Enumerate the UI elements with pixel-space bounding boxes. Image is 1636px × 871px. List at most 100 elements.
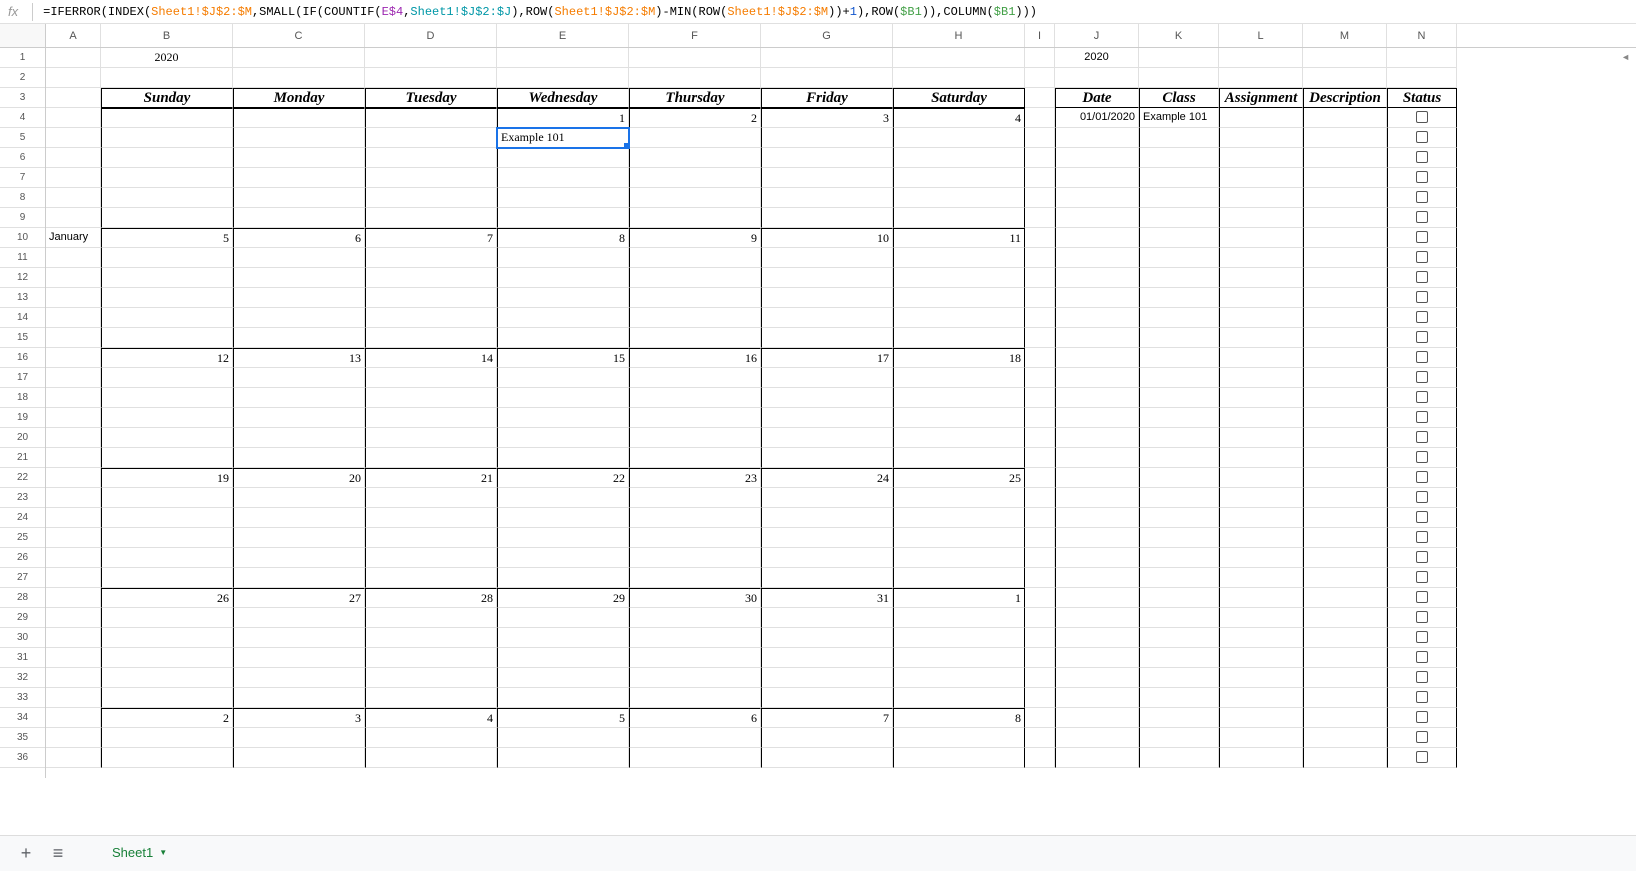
status-checkbox[interactable] <box>1416 311 1428 323</box>
cell-E13[interactable] <box>497 288 629 308</box>
cell-A29[interactable] <box>46 608 101 628</box>
cell-N19[interactable] <box>1387 408 1457 428</box>
cell-B22[interactable]: 19 <box>101 468 233 488</box>
row-header-7[interactable]: 7 <box>0 168 45 188</box>
cell-L7[interactable] <box>1219 168 1303 188</box>
cell-H30[interactable] <box>893 628 1025 648</box>
cell-B28[interactable]: 26 <box>101 588 233 608</box>
cell-D34[interactable]: 4 <box>365 708 497 728</box>
cell-I8[interactable] <box>1025 188 1055 208</box>
cell-K20[interactable] <box>1139 428 1219 448</box>
cell-G16[interactable]: 17 <box>761 348 893 368</box>
cell-M29[interactable] <box>1303 608 1387 628</box>
cell-L9[interactable] <box>1219 208 1303 228</box>
cell-M3[interactable]: Description <box>1303 88 1387 108</box>
cell-C2[interactable] <box>233 68 365 88</box>
cell-L13[interactable] <box>1219 288 1303 308</box>
cell-J18[interactable] <box>1055 388 1139 408</box>
cell-M11[interactable] <box>1303 248 1387 268</box>
cell-G24[interactable] <box>761 508 893 528</box>
cell-A16[interactable] <box>46 348 101 368</box>
cell-L23[interactable] <box>1219 488 1303 508</box>
cell-L27[interactable] <box>1219 568 1303 588</box>
cell-N26[interactable] <box>1387 548 1457 568</box>
cell-B30[interactable] <box>101 628 233 648</box>
cell-N1[interactable] <box>1387 48 1457 68</box>
cell-M22[interactable] <box>1303 468 1387 488</box>
cell-E20[interactable] <box>497 428 629 448</box>
cell-I30[interactable] <box>1025 628 1055 648</box>
cell-L20[interactable] <box>1219 428 1303 448</box>
cell-K13[interactable] <box>1139 288 1219 308</box>
cell-G26[interactable] <box>761 548 893 568</box>
cell-I22[interactable] <box>1025 468 1055 488</box>
cell-E36[interactable] <box>497 748 629 768</box>
cell-I4[interactable] <box>1025 108 1055 128</box>
cell-H6[interactable] <box>893 148 1025 168</box>
cell-M7[interactable] <box>1303 168 1387 188</box>
status-checkbox[interactable] <box>1416 631 1428 643</box>
cell-H35[interactable] <box>893 728 1025 748</box>
cell-C33[interactable] <box>233 688 365 708</box>
cell-H22[interactable]: 25 <box>893 468 1025 488</box>
cell-F3[interactable]: Thursday <box>629 88 761 108</box>
sheet-tab-dropdown-icon[interactable]: ▼ <box>159 848 167 857</box>
cell-J5[interactable] <box>1055 128 1139 148</box>
cell-F1[interactable] <box>629 48 761 68</box>
cell-A32[interactable] <box>46 668 101 688</box>
status-checkbox[interactable] <box>1416 751 1428 763</box>
cell-I15[interactable] <box>1025 328 1055 348</box>
cell-G34[interactable]: 7 <box>761 708 893 728</box>
cell-E5[interactable]: Example 101 <box>497 128 629 148</box>
cell-A18[interactable] <box>46 388 101 408</box>
row-header-1[interactable]: 1 <box>0 48 45 68</box>
cell-D12[interactable] <box>365 268 497 288</box>
cell-A6[interactable] <box>46 148 101 168</box>
cell-B34[interactable]: 2 <box>101 708 233 728</box>
cell-I23[interactable] <box>1025 488 1055 508</box>
cell-A15[interactable] <box>46 328 101 348</box>
cell-L19[interactable] <box>1219 408 1303 428</box>
cell-L4[interactable] <box>1219 108 1303 128</box>
cell-J34[interactable] <box>1055 708 1139 728</box>
row-header-18[interactable]: 18 <box>0 388 45 408</box>
formula-input[interactable]: =IFERROR(INDEX(Sheet1!$J$2:$M,SMALL(IF(C… <box>43 5 1037 19</box>
cells-area[interactable]: 20202020SundayMondayTuesdayWednesdayThur… <box>46 48 1636 778</box>
cell-G23[interactable] <box>761 488 893 508</box>
cell-N14[interactable] <box>1387 308 1457 328</box>
status-checkbox[interactable] <box>1416 471 1428 483</box>
cell-M14[interactable] <box>1303 308 1387 328</box>
cell-C27[interactable] <box>233 568 365 588</box>
status-checkbox[interactable] <box>1416 191 1428 203</box>
cell-J27[interactable] <box>1055 568 1139 588</box>
cell-L26[interactable] <box>1219 548 1303 568</box>
cell-F10[interactable]: 9 <box>629 228 761 248</box>
cell-G25[interactable] <box>761 528 893 548</box>
col-header-G[interactable]: G <box>761 24 893 47</box>
cell-E6[interactable] <box>497 148 629 168</box>
cell-L33[interactable] <box>1219 688 1303 708</box>
cell-M21[interactable] <box>1303 448 1387 468</box>
cell-I3[interactable] <box>1025 88 1055 108</box>
cell-M13[interactable] <box>1303 288 1387 308</box>
row-header-33[interactable]: 33 <box>0 688 45 708</box>
cell-G31[interactable] <box>761 648 893 668</box>
cell-E7[interactable] <box>497 168 629 188</box>
status-checkbox[interactable] <box>1416 291 1428 303</box>
cell-J29[interactable] <box>1055 608 1139 628</box>
cell-D13[interactable] <box>365 288 497 308</box>
cell-K36[interactable] <box>1139 748 1219 768</box>
cell-H18[interactable] <box>893 388 1025 408</box>
cell-C8[interactable] <box>233 188 365 208</box>
cell-N10[interactable] <box>1387 228 1457 248</box>
cell-C24[interactable] <box>233 508 365 528</box>
cell-J16[interactable] <box>1055 348 1139 368</box>
cell-D10[interactable]: 7 <box>365 228 497 248</box>
cell-J26[interactable] <box>1055 548 1139 568</box>
cell-C17[interactable] <box>233 368 365 388</box>
cell-B23[interactable] <box>101 488 233 508</box>
status-checkbox[interactable] <box>1416 351 1428 363</box>
col-header-I[interactable]: I <box>1025 24 1055 47</box>
cell-J20[interactable] <box>1055 428 1139 448</box>
cell-D27[interactable] <box>365 568 497 588</box>
